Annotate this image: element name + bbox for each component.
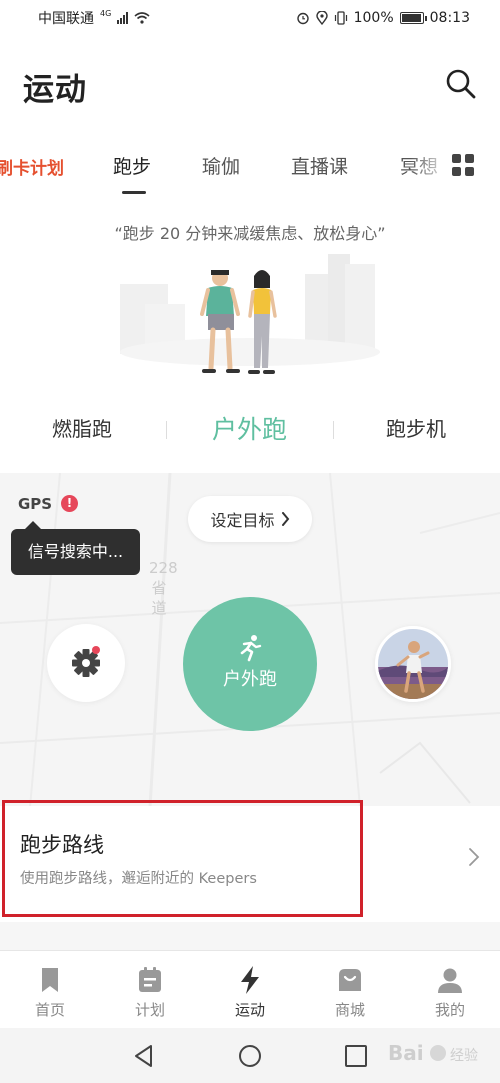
run-mode-selector: 燃脂跑 户外跑 跑步机 xyxy=(0,405,500,457)
set-goal-label: 设定目标 xyxy=(210,511,275,530)
tab-active-indicator xyxy=(122,191,146,194)
runners-illustration xyxy=(120,254,380,374)
nav-profile[interactable]: 我的 xyxy=(410,965,490,1020)
person-icon xyxy=(438,968,462,993)
section-divider xyxy=(0,922,500,950)
status-left: 中国联通 4G xyxy=(38,8,150,28)
settings-notification-dot xyxy=(92,646,100,654)
mode-treadmill[interactable]: 跑步机 xyxy=(386,413,446,442)
route-subtitle: 使用跑步路线，邂逅附近的 Keepers xyxy=(20,871,257,887)
home-circle-icon[interactable] xyxy=(237,1043,263,1069)
chevron-right-icon[interactable] xyxy=(466,846,482,868)
page-title: 运动 xyxy=(23,72,87,108)
battery-icon xyxy=(399,12,427,24)
nav-home[interactable]: 首页 xyxy=(10,965,90,1020)
nav-sports-label: 运动 xyxy=(234,1001,265,1019)
music-album-art xyxy=(378,629,448,699)
status-right: 100% 08:13 xyxy=(296,10,470,26)
gear-icon xyxy=(72,649,100,677)
location-icon xyxy=(315,11,328,25)
nav-home-label: 首页 xyxy=(34,1001,65,1019)
network-label: 4G xyxy=(100,8,112,18)
carrier-label: 中国联通 xyxy=(38,11,94,27)
chevron-right-icon xyxy=(281,512,289,526)
grid-menu-icon[interactable] xyxy=(452,154,474,176)
start-button-label: 户外跑 xyxy=(223,669,277,690)
lightning-icon xyxy=(241,966,259,994)
status-bar: 中国联通 4G 100% 08:13 xyxy=(0,0,500,36)
search-icon[interactable] xyxy=(443,66,479,102)
start-outdoor-run-button[interactable]: 户外跑 xyxy=(183,597,317,731)
gps-alert-icon[interactable]: ! xyxy=(61,495,78,512)
nav-plan[interactable]: 计划 xyxy=(110,965,190,1020)
back-icon[interactable] xyxy=(131,1043,157,1069)
gps-search-tooltip: 信号搜索中... xyxy=(11,521,140,575)
alarm-icon xyxy=(296,12,309,25)
battery-percent: 100% xyxy=(353,10,394,26)
calendar-icon xyxy=(139,967,161,992)
tab-running[interactable]: 跑步 xyxy=(113,152,151,179)
mode-divider xyxy=(333,421,334,439)
baidu-watermark-logo: Bai 经验 xyxy=(388,1041,478,1065)
mode-fat-burning[interactable]: 燃脂跑 xyxy=(52,413,112,442)
svg-text:经验: 经验 xyxy=(450,1048,478,1064)
runner-icon xyxy=(240,635,262,662)
gps-label: GPS xyxy=(18,495,53,513)
bookmark-icon xyxy=(42,968,58,992)
wifi-icon xyxy=(134,12,150,24)
set-goal-button[interactable]: 设定目标 xyxy=(188,496,312,542)
tab-plan[interactable]: 刷卡计划 xyxy=(0,154,64,179)
music-button[interactable] xyxy=(375,626,451,702)
nav-store[interactable]: 商城 xyxy=(310,965,390,1020)
category-tabs: 刷卡计划 跑步 瑜伽 直播课 冥想 xyxy=(0,140,500,196)
signal-icon xyxy=(117,12,129,24)
vibrate-icon xyxy=(334,11,347,25)
tab-live-class[interactable]: 直播课 xyxy=(291,152,348,179)
mode-divider xyxy=(166,421,167,439)
recents-square-icon[interactable] xyxy=(343,1043,369,1069)
road-label: 228省道 xyxy=(149,559,178,617)
route-title: 跑步路线 xyxy=(20,833,104,857)
nav-store-label: 商城 xyxy=(334,1001,365,1019)
shopping-bag-icon xyxy=(339,969,361,991)
mode-outdoor[interactable]: 户外跑 xyxy=(212,410,287,446)
bottom-nav: 首页 计划 运动 商城 我的 xyxy=(0,950,500,1028)
clock: 08:13 xyxy=(429,10,470,26)
battery-fill xyxy=(401,14,421,22)
nav-profile-label: 我的 xyxy=(434,1001,465,1019)
tab-fade xyxy=(410,140,452,196)
tab-yoga[interactable]: 瑜伽 xyxy=(202,152,240,179)
svg-text:Bai: Bai xyxy=(388,1041,424,1065)
hero-quote: “跑步 20 分钟来减缓焦虑、放松身心” xyxy=(114,224,386,243)
nav-plan-label: 计划 xyxy=(134,1001,165,1019)
nav-sports[interactable]: 运动 xyxy=(210,965,290,1020)
settings-button[interactable] xyxy=(47,624,125,702)
